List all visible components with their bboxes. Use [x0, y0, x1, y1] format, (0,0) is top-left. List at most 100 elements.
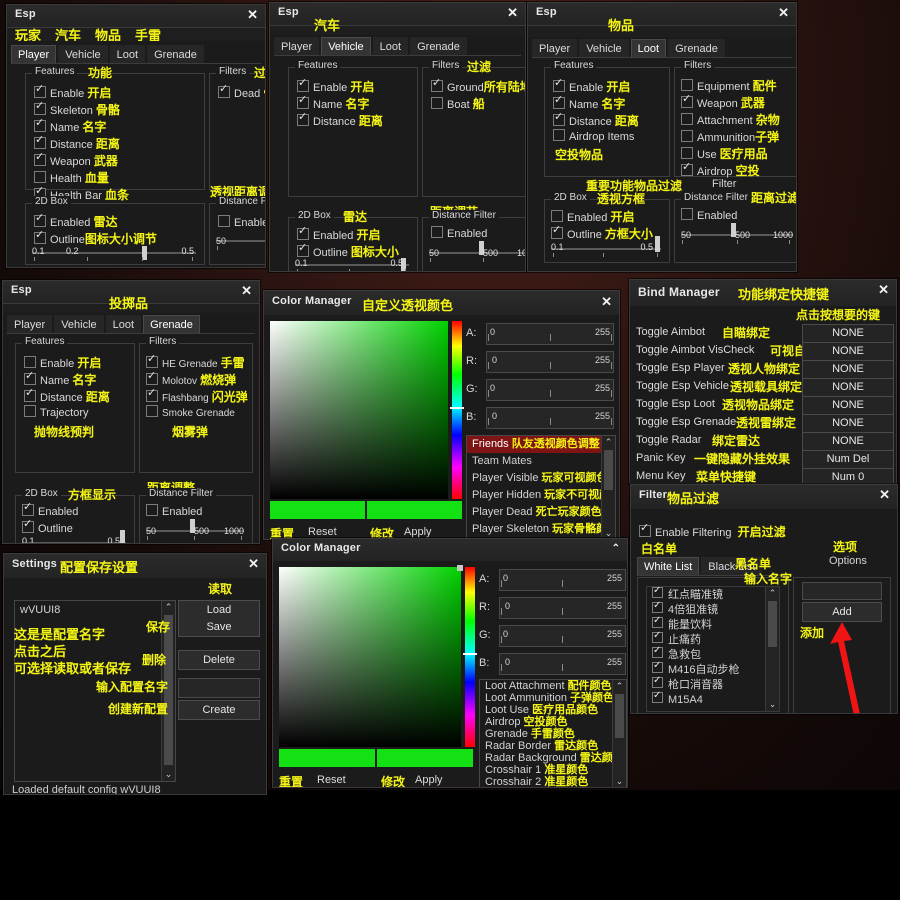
- color-target-list[interactable]: Friends 队友透视颜色调整 Team Mates Player Visib…: [466, 435, 616, 540]
- distance-slider[interactable]: 50 500 1000: [216, 234, 266, 248]
- scroll-thumb[interactable]: [615, 694, 624, 738]
- checkbox-weapon[interactable]: Weapon 武器: [681, 94, 765, 111]
- list-item[interactable]: Loot Attachment 配件颜色: [480, 680, 626, 692]
- create-button[interactable]: Create: [178, 700, 260, 720]
- box-size-slider[interactable]: 0.1 0.5: [551, 242, 661, 256]
- checkbox-smoke-grenade[interactable]: Smoke Grenade: [146, 405, 235, 419]
- list-item[interactable]: Friends 队友透视颜色调整: [467, 436, 615, 453]
- channel-b-slider[interactable]: 0 255: [499, 653, 626, 675]
- close-icon[interactable]: ✕: [879, 487, 890, 503]
- channel-r-slider[interactable]: 0 255: [499, 597, 626, 619]
- titlebar[interactable]: Esp 汽车 ✕: [270, 3, 525, 26]
- checkbox-airdrop-items[interactable]: Airdrop Items: [553, 129, 634, 143]
- list-item[interactable]: Loot Ammunition 子弹颜色: [480, 692, 626, 704]
- window-esp-player[interactable]: Esp 玩家 汽车 物品 手雷 ✕ Player Vehicle Loot Gr…: [6, 4, 266, 268]
- window-esp-loot[interactable]: Esp 物品 ✕ Player Vehicle Loot Grenade Fea…: [527, 2, 797, 272]
- close-icon[interactable]: ✕: [878, 282, 889, 298]
- checkbox-name[interactable]: Name 名字: [553, 95, 625, 112]
- distance-slider[interactable]: 50 500 1000: [681, 228, 793, 242]
- tab-vehicle[interactable]: Vehicle: [54, 315, 103, 333]
- checkbox-molotov[interactable]: Molotov 燃烧弹: [146, 371, 236, 388]
- scroll-up-icon[interactable]: ⌃: [613, 680, 626, 693]
- tab-bar[interactable]: Player Vehicle Loot Grenade: [7, 315, 255, 334]
- checkbox-flashbang[interactable]: Flashbang 闪光弹: [146, 388, 248, 405]
- checkbox-airdrop[interactable]: Airdrop 空投: [681, 162, 760, 179]
- window-bind-manager[interactable]: Bind Manager 功能绑定快捷键 ✕ 点击按想要的键 Toggle Ai…: [629, 279, 897, 484]
- titlebar[interactable]: Esp 物品 ✕: [528, 3, 796, 26]
- checkbox-distance-enabled[interactable]: Enabled: [431, 226, 487, 240]
- color-target-list[interactable]: Loot Attachment 配件颜色 Loot Ammunition 子弹颜…: [479, 679, 627, 788]
- tab-grenade[interactable]: Grenade: [147, 45, 204, 63]
- scroll-down-icon[interactable]: ⌄: [613, 775, 626, 788]
- list-item[interactable]: Loot Use 医疗用品颜色: [480, 704, 626, 716]
- checkbox-dead[interactable]: Dead 骨灰盒: [218, 84, 266, 101]
- scrollbar[interactable]: ⌃ ⌄: [765, 587, 779, 711]
- channel-g-slider[interactable]: 0 255: [486, 379, 614, 401]
- close-icon[interactable]: ✕: [248, 556, 259, 572]
- channel-r-slider[interactable]: 0 255: [486, 351, 614, 373]
- bind-key-panic[interactable]: Num Del: [802, 450, 894, 469]
- checkbox-box2d-enabled[interactable]: Enabled 开启: [297, 226, 380, 243]
- checkbox-distance-enabled[interactable]: Enabled 开启: [218, 213, 266, 230]
- list-item[interactable]: Radar Background 雷达颜色: [480, 752, 626, 764]
- tab-loot[interactable]: Loot: [631, 39, 666, 57]
- reset-button[interactable]: Reset: [308, 526, 337, 538]
- bind-key-esp-vehicle[interactable]: NONE: [802, 378, 894, 397]
- channel-a-slider[interactable]: 0 255: [486, 323, 614, 345]
- bind-key-esp-loot[interactable]: NONE: [802, 396, 894, 415]
- window-esp-vehicle[interactable]: Esp 汽车 ✕ Player Vehicle Loot Grenade Fea…: [269, 2, 526, 272]
- tab-bar[interactable]: Player Vehicle Loot Grenade: [532, 39, 792, 58]
- distance-slider[interactable]: 50 500 1000: [146, 524, 244, 538]
- window-color-manager-bottom[interactable]: Color Manager ⌃ 重置 Reset 修改 Apply A: 0 2…: [272, 538, 628, 788]
- checkbox-box2d-outline[interactable]: Outline图标大小调节: [34, 230, 157, 247]
- titlebar[interactable]: Esp 投掷品 ✕: [3, 281, 259, 304]
- slider-thumb[interactable]: [120, 530, 125, 544]
- box-size-slider[interactable]: 0.1 0.2 0.5: [32, 246, 196, 260]
- tab-player[interactable]: Player: [11, 45, 56, 63]
- bind-key-menu[interactable]: Num 0: [802, 468, 894, 484]
- checkbox-equipment[interactable]: Equipment 配件: [681, 77, 777, 94]
- window-esp-grenade[interactable]: Esp 投掷品 ✕ Player Vehicle Loot Grenade Fe…: [2, 280, 260, 544]
- checkbox-use[interactable]: Use 医疗用品: [681, 145, 768, 162]
- tab-loot[interactable]: Loot: [106, 315, 141, 333]
- checkbox-trajectory[interactable]: Trajectory: [24, 405, 89, 419]
- bind-key-esp-player[interactable]: NONE: [802, 360, 894, 379]
- titlebar[interactable]: Bind Manager 功能绑定快捷键 ✕: [630, 280, 896, 307]
- titlebar[interactable]: Color Manager ⌃: [273, 539, 627, 562]
- checkbox-distance[interactable]: Distance 距离: [553, 112, 639, 129]
- list-item[interactable]: wVUUI8: [15, 601, 175, 619]
- list-item[interactable]: Player Skeleton 玩家骨骼颜色: [467, 521, 615, 538]
- checkbox-enable[interactable]: Enable 开启: [553, 78, 630, 95]
- close-icon[interactable]: ✕: [247, 7, 258, 23]
- save-button[interactable]: Save: [178, 618, 260, 637]
- collapse-icon[interactable]: ⌃: [612, 541, 620, 557]
- titlebar[interactable]: Esp 玩家 汽车 物品 手雷 ✕: [7, 5, 265, 28]
- hue-bar[interactable]: [452, 321, 462, 499]
- list-item[interactable]: Airdrop 空投颜色: [480, 716, 626, 728]
- checkbox-weapon[interactable]: Weapon 武器: [34, 152, 118, 169]
- add-button[interactable]: Add: [802, 602, 882, 622]
- list-item[interactable]: Team Mates: [467, 453, 615, 470]
- list-item[interactable]: Player Dead 死亡玩家颜色: [467, 504, 615, 521]
- checkbox-box2d-enabled[interactable]: Enabled 雷达: [34, 213, 117, 230]
- new-config-input[interactable]: [178, 678, 260, 698]
- tab-player[interactable]: Player: [7, 315, 52, 333]
- checkbox-attachment[interactable]: Attachment 杂物: [681, 111, 780, 128]
- checkbox-distance[interactable]: Distance 距离: [24, 388, 110, 405]
- titlebar[interactable]: Filter 物品过滤 ✕: [631, 485, 897, 510]
- checkbox-box2d-enabled[interactable]: Enabled: [22, 504, 78, 518]
- checkbox-box2d-enabled[interactable]: Enabled 开启: [551, 208, 634, 225]
- scrollbar[interactable]: ⌃ ⌄: [601, 436, 615, 540]
- close-icon[interactable]: ✕: [507, 5, 518, 21]
- box-size-slider[interactable]: 0.1 0.5: [295, 258, 409, 272]
- filter-item-list[interactable]: ✓红点瞄准镜 ✓4倍狙准镜 ✓能量饮料 ✓止痛药 ✓急救包 ✓M416自动步枪 …: [646, 586, 780, 712]
- bind-key-esp-grenade[interactable]: NONE: [802, 414, 894, 433]
- checkbox-skeleton[interactable]: Skeleton 骨骼: [34, 101, 120, 118]
- bind-key-aimbot[interactable]: NONE: [802, 324, 894, 343]
- list-item[interactable]: Crosshair 1 准星颜色: [480, 764, 626, 776]
- saturation-value-box[interactable]: [270, 321, 448, 499]
- channel-a-slider[interactable]: 0 255: [499, 569, 626, 591]
- close-icon[interactable]: ✕: [601, 294, 612, 310]
- reset-button[interactable]: Reset: [317, 774, 346, 786]
- list-item[interactable]: ✓能量饮料: [647, 617, 779, 632]
